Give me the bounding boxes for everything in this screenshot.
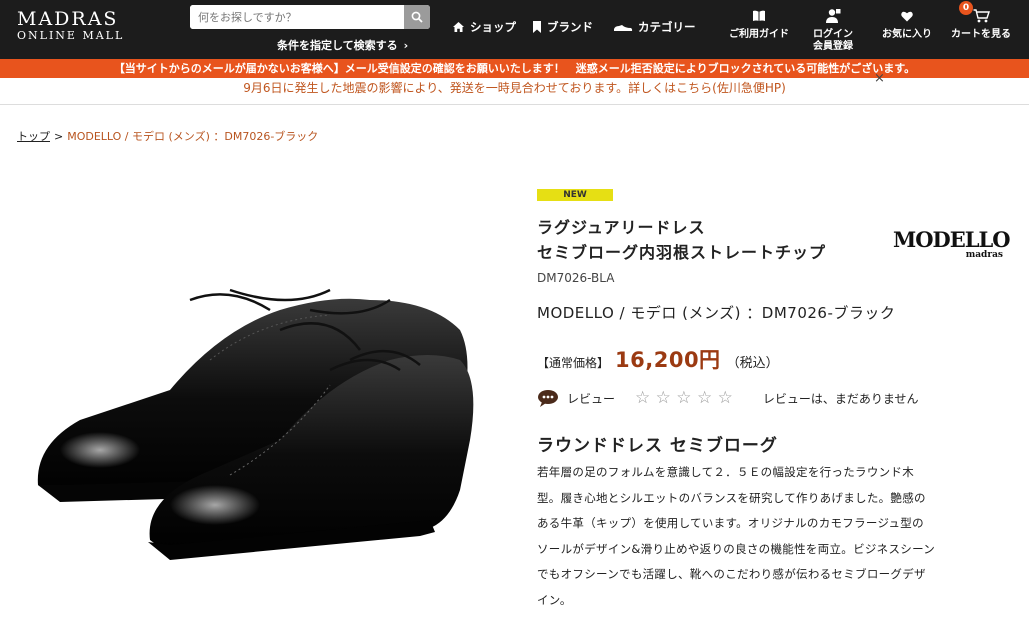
description-line: ソールがデザイン&滑り止めや返りの良さの機能性を両立。ビジネスシーン: [537, 541, 936, 556]
description-line: 若年層の足のフォルムを意識して２．５Ｅの幅設定を行ったラウンド木: [537, 465, 915, 479]
description-line: ある牛革（キップ）を使用しています。オリジナルのカモフラージュ型の: [537, 516, 924, 530]
site-logo[interactable]: MADRAS ONLINE MALL: [17, 9, 172, 42]
price-tax-note: （税込）: [726, 356, 779, 371]
logo-line2: ONLINE MALL: [17, 29, 125, 42]
product-name: ラグジュアリードレス セミブローグ内羽根ストレートチップ: [537, 215, 826, 265]
price-row: 【通常価格】 16,200円 （税込）: [537, 344, 779, 374]
review-empty-message: レビューは、まだありません: [762, 391, 919, 406]
close-icon[interactable]: ×: [874, 71, 885, 86]
cart-count-badge: 0: [959, 1, 973, 15]
product-subtitle: MODELLO / モデロ (メンズ) ：DM7026-ブラック: [537, 304, 896, 322]
advanced-search-label: 条件を指定して検索する: [277, 39, 398, 52]
search-box: [190, 5, 430, 29]
breadcrumb: トップ > MODELLO / モデロ (メンズ) ：DM7026-ブラック: [17, 128, 318, 144]
login-link[interactable]: ログイン 会員登録: [793, 8, 873, 53]
search-input[interactable]: [190, 5, 404, 29]
product-code: DM7026-BLA: [537, 271, 615, 285]
book-icon: [753, 10, 765, 21]
product-name-line2: セミブローグ内羽根ストレートチップ: [537, 243, 827, 262]
favorites-link[interactable]: お気に入り: [867, 8, 947, 41]
site-header: MADRAS ONLINE MALL 条件を指定して検索する › ショップ ブラン…: [0, 0, 1029, 59]
description-line: イン。: [537, 592, 572, 607]
rating-stars-icon[interactable]: ☆ ☆ ☆ ☆ ☆: [635, 388, 733, 408]
description-line: 型。履き心地とシルエットのバランスを研究して作りあげました。艶感の: [537, 490, 926, 505]
search-button[interactable]: [404, 5, 430, 29]
search-icon: [411, 11, 423, 23]
nav-shop[interactable]: ショップ: [452, 19, 516, 35]
breadcrumb-current: MODELLO / モデロ (メンズ) ：DM7026-ブラック: [67, 130, 319, 143]
advanced-search-link[interactable]: 条件を指定して検索する ›: [277, 37, 408, 53]
guide-link[interactable]: ご利用ガイド: [719, 8, 799, 41]
nav-category-label: カテゴリー: [638, 20, 696, 34]
breadcrumb-separator: >: [54, 130, 64, 143]
cart-link[interactable]: カートを見る: [941, 8, 1021, 41]
review-row: レビュー ☆ ☆ ☆ ☆ ☆ レビューは、まだありません: [537, 388, 919, 408]
price-value: 16,200円: [615, 348, 721, 372]
login-label: ログイン 会員登録: [813, 29, 853, 52]
chevron-right-icon: ›: [403, 39, 409, 52]
nav-shop-label: ショップ: [470, 20, 516, 34]
product-name-line1: ラグジュアリードレス: [537, 218, 706, 237]
logo-line1: MADRAS: [17, 8, 119, 30]
new-badge: NEW: [537, 189, 613, 201]
nav-category[interactable]: カテゴリー: [613, 19, 696, 35]
nav-brand-label: ブランド: [547, 20, 593, 34]
review-speech-icon: [538, 390, 558, 407]
guide-label: ご利用ガイド: [729, 29, 789, 40]
heart-icon: [901, 11, 913, 21]
cart-label: カートを見る: [951, 29, 1011, 40]
brand-logo-main: MODELLO: [893, 227, 1011, 252]
bookmark-icon: [533, 21, 541, 33]
price-label: 【通常価格】: [537, 356, 610, 370]
user-icon: [826, 9, 841, 23]
product-image[interactable]: [30, 270, 490, 600]
review-label[interactable]: レビュー: [567, 390, 615, 407]
brand-logo-sub: madras: [965, 250, 1003, 260]
nav-brand[interactable]: ブランド: [532, 19, 593, 35]
description-body: 若年層の足のフォルムを意識して２．５Ｅの幅設定を行ったラウンド木 型。履き心地と…: [537, 460, 1017, 613]
favorites-label: お気に入り: [882, 29, 932, 40]
description-title: ラウンドドレス セミブローグ: [537, 436, 778, 456]
shoe-icon: [614, 25, 633, 31]
home-icon: [453, 22, 464, 32]
description-line: でもオフシーンでも活躍し、靴へのこだわり感が伝わるセミブローグデザ: [537, 567, 926, 581]
brand-logo[interactable]: MODELLO madras: [893, 229, 1013, 260]
breadcrumb-home[interactable]: トップ: [17, 130, 50, 143]
cart-icon: [973, 9, 990, 23]
